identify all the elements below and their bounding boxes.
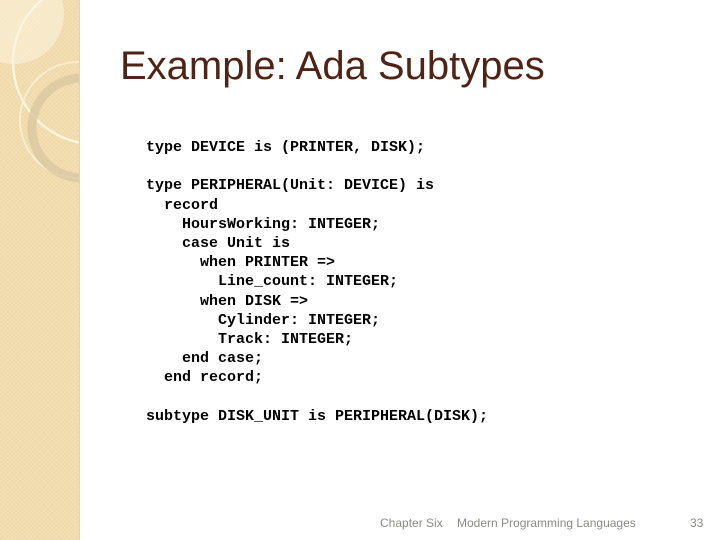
- decorative-sidebar: [0, 0, 80, 540]
- code-line: Line_count: INTEGER;: [146, 273, 399, 291]
- code-line: when DISK =>: [146, 292, 309, 310]
- code-line: when PRINTER =>: [146, 254, 336, 272]
- code-line: HoursWorking: INTEGER;: [146, 215, 381, 233]
- footer-chapter: Chapter Six: [380, 516, 443, 530]
- code-line: Track: INTEGER;: [146, 330, 354, 348]
- code-line: type DEVICE is (PRINTER, DISK);: [146, 139, 426, 156]
- decorative-circles-icon: [0, 0, 79, 183]
- slide-title: Example: Ada Subtypes: [120, 44, 545, 88]
- code-line: Cylinder: INTEGER;: [146, 311, 381, 329]
- code-line: type PERIPHERAL(Unit: DEVICE) is: [146, 177, 435, 195]
- code-line: end record;: [146, 369, 264, 387]
- code-line: case Unit is: [146, 234, 291, 252]
- code-line: end case;: [146, 350, 264, 368]
- footer-page-number: 33: [690, 516, 704, 530]
- footer-course: Modern Programming Languages: [457, 516, 636, 530]
- code-block: type DEVICE is (PRINTER, DISK); type PERI…: [146, 138, 488, 426]
- code-line: record: [146, 196, 219, 214]
- code-line: subtype DISK_UNIT is PERIPHERAL(DISK);: [146, 407, 489, 425]
